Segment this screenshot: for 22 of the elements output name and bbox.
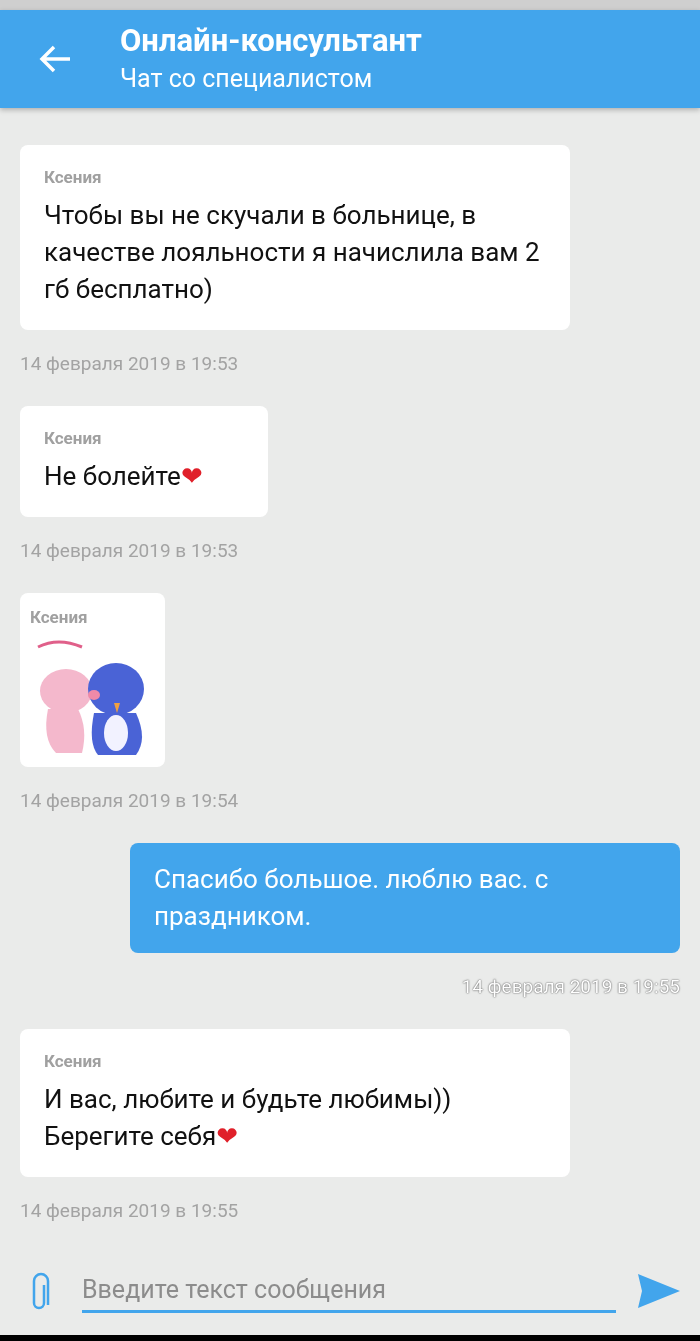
message-input[interactable]: Введите текст сообщения <box>82 1269 616 1314</box>
back-arrow-icon <box>38 43 72 74</box>
message-text: Не болейте❤ <box>44 459 203 493</box>
message-text: Спасибо большое. люблю вас. с праздником. <box>154 863 549 931</box>
sender-name: Ксения <box>44 165 102 189</box>
message-timestamp: 14 февраля 2019 в 19:55 <box>461 974 680 999</box>
message-text: Чтобы вы не скучали в больнице, в качестве лояльности я начислила вам 2 гб бесплатно) <box>44 198 541 306</box>
send-icon <box>638 1274 680 1309</box>
attach-button[interactable] <box>30 1271 52 1312</box>
message-timestamp: 14 февраля 2019 в 19:53 <box>20 538 239 563</box>
chat-subtitle: Чат со специалистом <box>120 62 374 95</box>
message-text: И вас, любите и будьте любимы)) Берегите себя❤ <box>44 1082 452 1153</box>
sender-name: Ксения <box>44 1049 102 1073</box>
sender-name: Ксения <box>44 426 102 450</box>
back-button[interactable] <box>38 43 72 74</box>
message-timestamp: 14 февраля 2019 в 19:55 <box>20 1198 239 1223</box>
message-timestamp: 14 февраля 2019 в 19:53 <box>20 351 239 376</box>
send-button[interactable] <box>638 1274 680 1309</box>
message-timestamp: 14 февраля 2019 в 19:54 <box>20 788 239 813</box>
paperclip-icon <box>30 1271 52 1312</box>
chat-title: Онлайн-консультант <box>120 20 422 61</box>
sender-name: Ксения <box>30 605 88 629</box>
